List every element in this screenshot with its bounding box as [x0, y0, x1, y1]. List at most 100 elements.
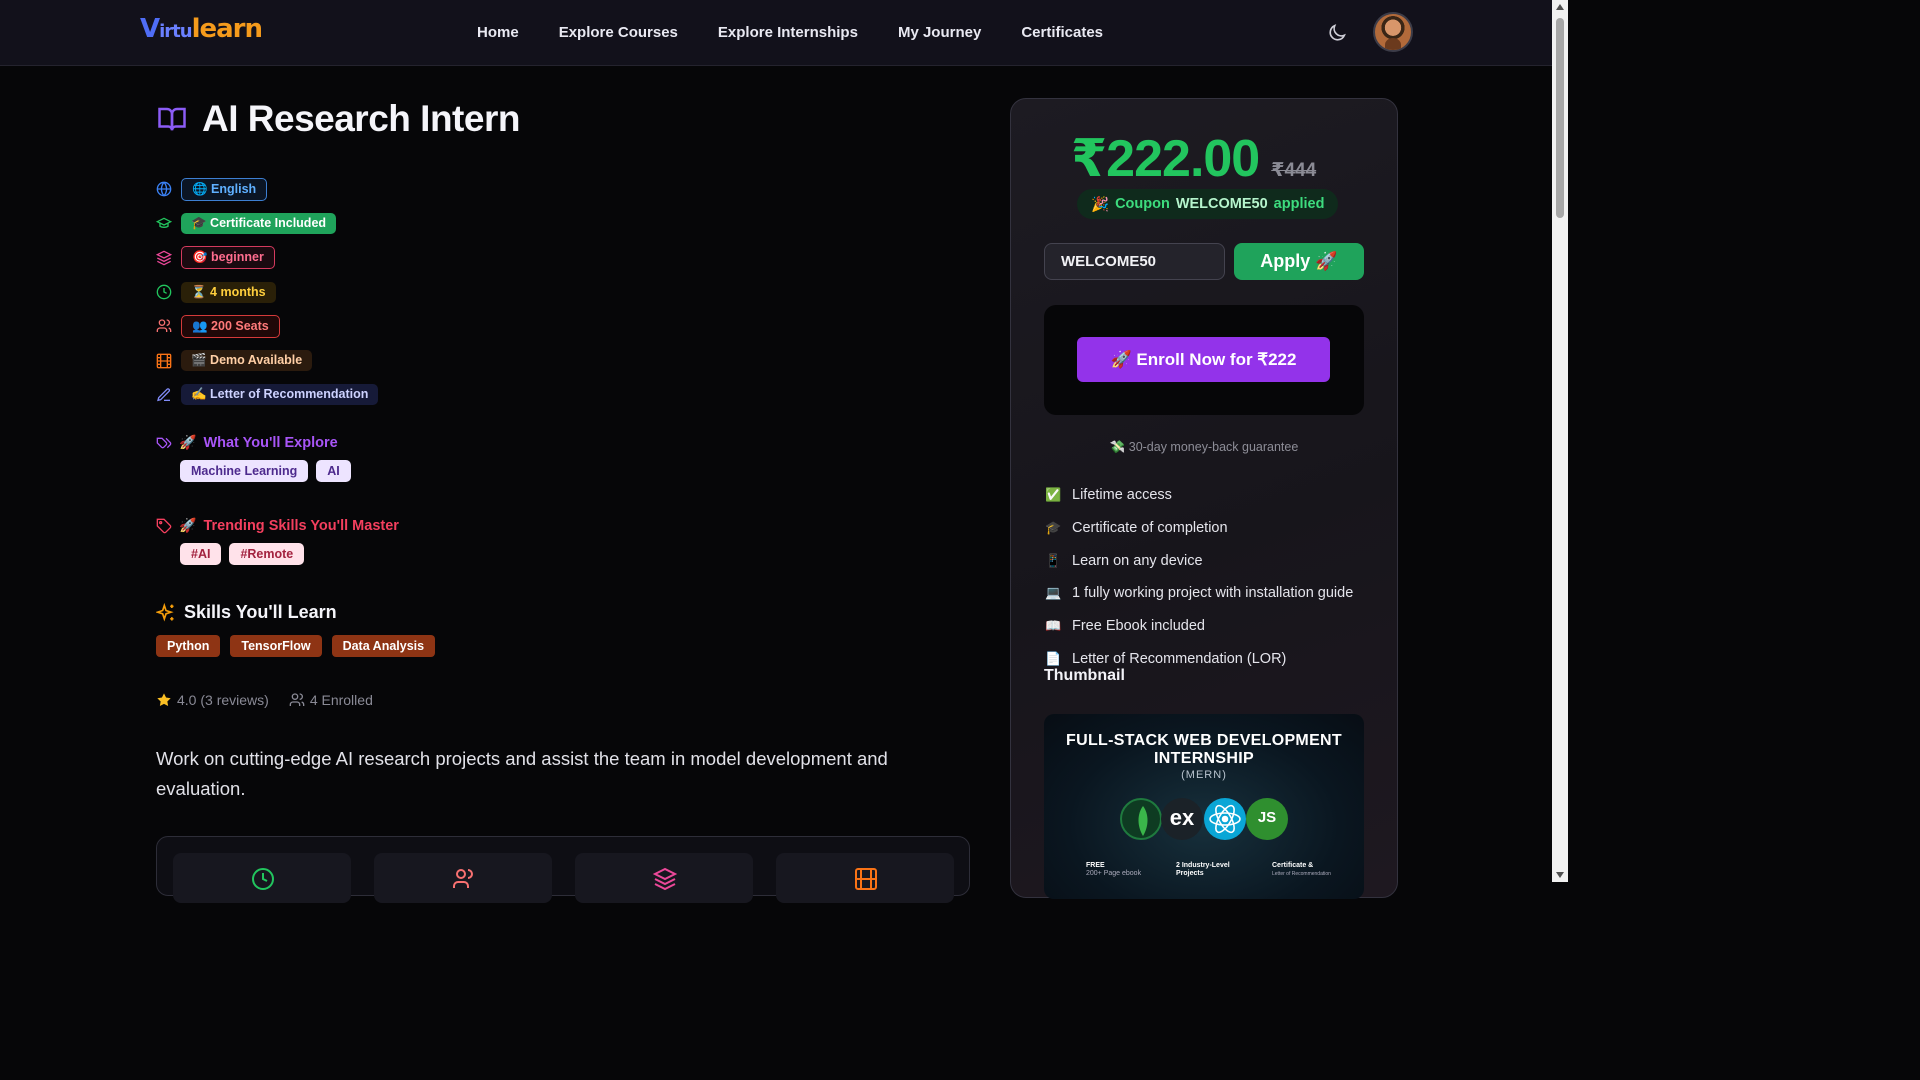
book-emoji: 📖 — [1045, 618, 1062, 634]
info-tile-duration — [173, 853, 351, 903]
course-info-grid — [156, 836, 970, 903]
coupon-prefix: Coupon — [1115, 196, 1170, 212]
tags-icon — [156, 437, 172, 448]
react-logo-icon — [1204, 798, 1246, 840]
nav-link-home[interactable]: Home — [477, 24, 519, 41]
trending-heading: Trending Skills You'll Master — [203, 517, 399, 534]
document-emoji: 📄 — [1045, 650, 1062, 666]
price-row: ₹222.00 ₹444 — [1071, 129, 1316, 189]
scroll-up-arrow-icon[interactable] — [1556, 4, 1564, 10]
open-book-icon — [158, 107, 186, 131]
express-logo-icon: ex — [1161, 798, 1203, 840]
check-emoji: ✅ — [1045, 487, 1062, 503]
info-tile-demo — [776, 853, 954, 903]
course-description: Work on cutting-edge AI research project… — [156, 748, 888, 799]
meta-demo: 🎬 Demo Available — [156, 343, 378, 377]
course-thumbnail-image: FULL-STACK WEB DEVELOPMENT INTERNSHIP (M… — [1044, 714, 1364, 899]
nav-link-explore-internships[interactable]: Explore Internships — [718, 24, 858, 41]
scrollbar-thumb[interactable] — [1556, 18, 1564, 218]
users-icon — [156, 319, 172, 333]
layers-icon — [156, 250, 172, 266]
explore-heading: What You'll Explore — [203, 434, 338, 451]
rocket-emoji: 🚀 — [179, 517, 197, 533]
cap-emoji: 🎓 — [1045, 520, 1062, 536]
thumbnail-footer-text: FREE — [1086, 862, 1105, 869]
party-emoji: 🎉 — [1091, 196, 1110, 213]
users-icon — [453, 869, 473, 888]
thumbnail-title-line1: FULL-STACK WEB DEVELOPMENT — [1066, 732, 1342, 749]
feature-text: Free Ebook included — [1072, 618, 1205, 635]
thumbnail-title-line2: INTERNSHIP — [1154, 750, 1254, 767]
film-icon — [156, 353, 172, 368]
film-icon — [855, 868, 877, 890]
feature-item: 💻 1 fully working project with installati… — [1045, 577, 1353, 610]
rating-text: 4.0 (3 reviews) — [177, 692, 269, 708]
thumbnail-subtitle: (MERN) — [1181, 769, 1227, 781]
scroll-down-arrow-icon[interactable] — [1556, 872, 1564, 878]
meta-certificate: 🎓 Certificate Included — [156, 206, 378, 240]
skills-heading: Skills You'll Learn — [184, 602, 337, 622]
feature-item: ✅ Lifetime access — [1045, 479, 1353, 512]
feature-item: 🎓 Certificate of completion — [1045, 512, 1353, 545]
skill-chip: Python — [156, 635, 221, 657]
users-icon — [289, 693, 305, 706]
thumbnail-title: FULL-STACK WEB DEVELOPMENT INTERNSHIP — [1044, 732, 1364, 768]
coupon-input[interactable] — [1044, 243, 1225, 280]
trending-tag: #Remote — [229, 543, 305, 565]
clock-icon — [156, 284, 172, 300]
demo-badge: 🎬 Demo Available — [181, 350, 313, 372]
coupon-code: WELCOME50 — [1175, 196, 1268, 212]
trending-tag: #AI — [180, 543, 222, 565]
feature-text: 1 fully working project with installatio… — [1072, 585, 1354, 602]
feature-text: Certificate of completion — [1072, 520, 1228, 537]
duration-badge: ⏳ 4 months — [181, 281, 276, 303]
thumbnail-footer-certificate: Certificate & Letter of Recommendation — [1272, 862, 1331, 878]
feature-text: Learn on any device — [1072, 552, 1203, 569]
tag-icon — [156, 518, 172, 533]
star-icon — [157, 693, 171, 706]
nav-link-my-journey[interactable]: My Journey — [898, 24, 981, 41]
seats-badge: 👥 200 Seats — [181, 314, 280, 338]
feature-item: 📱 Learn on any device — [1045, 544, 1353, 577]
nav-link-explore-courses[interactable]: Explore Courses — [559, 24, 678, 41]
meta-duration: ⏳ 4 months — [156, 275, 378, 309]
meta-seats: 👥 200 Seats — [156, 309, 378, 343]
user-avatar[interactable] — [1373, 12, 1413, 52]
dark-mode-toggle-icon[interactable] — [1326, 22, 1348, 44]
explore-section: 🚀 What You'll Explore Machine Learning A… — [156, 434, 351, 482]
enroll-now-button[interactable]: 🚀 Enroll Now for ₹222 — [1077, 337, 1330, 382]
clock-icon — [252, 868, 274, 890]
explore-tag: Machine Learning — [180, 460, 309, 482]
nav-link-certificates[interactable]: Certificates — [1021, 24, 1103, 41]
explore-tag: AI — [316, 460, 351, 482]
top-navbar: Virtulearn Home Explore Courses Explore … — [0, 0, 1552, 66]
pen-icon — [157, 388, 171, 402]
course-meta-list: 🌐 English 🎓 Certificate Included 🎯 begin… — [156, 172, 379, 412]
language-badge: 🌐 English — [181, 177, 268, 201]
page-title: AI Research Intern — [202, 98, 520, 139]
meta-language: 🌐 English — [156, 172, 378, 206]
thumbnail-footer-ebook: FREE 200+ Page ebook — [1086, 862, 1141, 878]
virtulearn-logo[interactable]: Virtulearn — [140, 14, 263, 44]
layers-icon — [653, 867, 677, 891]
money-back-guarantee: 💸 30-day money-back guarantee — [1109, 440, 1299, 454]
rocket-emoji: 🚀 — [179, 434, 197, 450]
thumbnail-footer-subtext: Projects — [1176, 870, 1204, 877]
feature-text: Letter of Recommendation (LOR) — [1072, 650, 1287, 667]
laptop-emoji: 💻 — [1045, 585, 1062, 601]
thumbnail-footer-projects: 2 Industry-Level Projects — [1176, 862, 1230, 878]
globe-icon — [156, 181, 172, 197]
feature-text: Lifetime access — [1072, 487, 1172, 504]
feature-list: ✅ Lifetime access 🎓 Certificate of complet… — [1045, 479, 1353, 675]
thumbnail-footer-text: 2 Industry-Level — [1176, 862, 1230, 869]
pricing-card: ₹222.00 ₹444 🎉 Coupon WELCOME50 applied … — [1010, 98, 1398, 899]
page-scrollbar[interactable] — [1552, 0, 1568, 882]
skill-chip: TensorFlow — [230, 635, 322, 657]
apply-coupon-button[interactable]: Apply 🚀 — [1234, 243, 1364, 280]
info-tile-seats — [374, 853, 552, 903]
graduation-cap-icon — [156, 218, 172, 229]
thumbnail-label: Thumbnail — [1044, 667, 1125, 684]
info-tile-level — [575, 853, 753, 903]
original-price: ₹444 — [1271, 160, 1317, 181]
sparkles-icon — [156, 602, 174, 621]
